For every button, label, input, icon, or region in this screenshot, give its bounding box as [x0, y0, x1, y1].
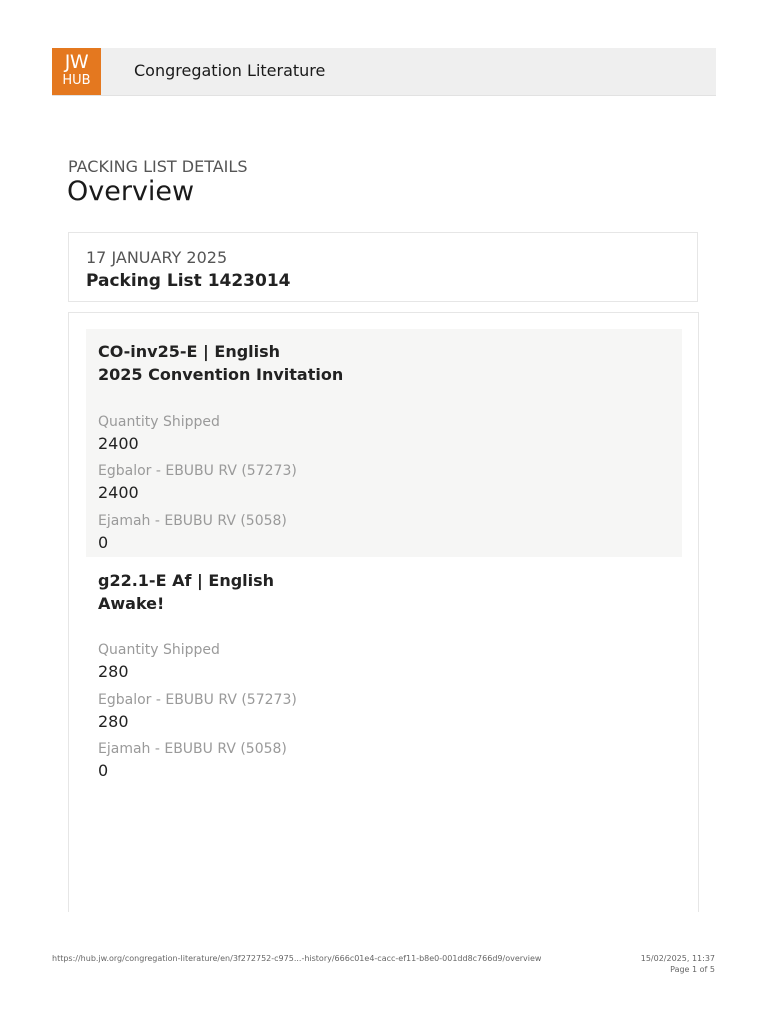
page-eyebrow: PACKING LIST DETAILS [68, 157, 248, 176]
logo-text-bottom: HUB [62, 73, 91, 88]
field-label: Quantity Shipped [98, 414, 220, 430]
field-label: Quantity Shipped [98, 642, 220, 658]
field-label: Egbalor - EBUBU RV (57273) [98, 463, 297, 479]
field-value: 0 [98, 761, 109, 780]
field-label: Ejamah - EBUBU RV (5058) [98, 741, 287, 757]
page: JW HUB Congregation Literature PACKING L… [0, 0, 768, 1024]
list-item: g22.1-E Af | English Awake! Quantity Shi… [86, 558, 682, 786]
packing-list-date: 17 JANUARY 2025 [86, 248, 228, 267]
field-value: 2400 [98, 434, 139, 453]
field-value: 0 [98, 533, 109, 552]
jw-hub-logo[interactable]: JW HUB [52, 48, 101, 95]
field-value: 2400 [98, 483, 139, 502]
logo-text-top: JW [64, 51, 89, 73]
item-name: Awake! [98, 594, 165, 613]
packing-list-number: Packing List 1423014 [86, 271, 291, 291]
footer-datetime: 15/02/2025, 11:37 [640, 954, 715, 963]
field-value: 280 [98, 662, 129, 681]
packing-list-items: CO-inv25-E | English 2025 Convention Inv… [68, 312, 699, 912]
packing-list-summary-card: 17 JANUARY 2025 Packing List 1423014 [68, 232, 698, 302]
item-name: 2025 Convention Invitation [98, 365, 344, 384]
footer-url: https://hub.jw.org/congregation-literatu… [52, 954, 542, 963]
list-item: CO-inv25-E | English 2025 Convention Inv… [86, 329, 682, 557]
top-header: JW HUB Congregation Literature [52, 48, 716, 96]
item-code: g22.1-E Af | English [98, 571, 275, 590]
item-code: CO-inv25-E | English [98, 342, 281, 361]
field-value: 280 [98, 712, 129, 731]
field-label: Egbalor - EBUBU RV (57273) [98, 692, 297, 708]
section-title[interactable]: Congregation Literature [134, 62, 325, 80]
page-title: Overview [67, 176, 195, 207]
field-label: Ejamah - EBUBU RV (5058) [98, 513, 287, 529]
footer-page-number: Page 1 of 5 [670, 965, 715, 974]
